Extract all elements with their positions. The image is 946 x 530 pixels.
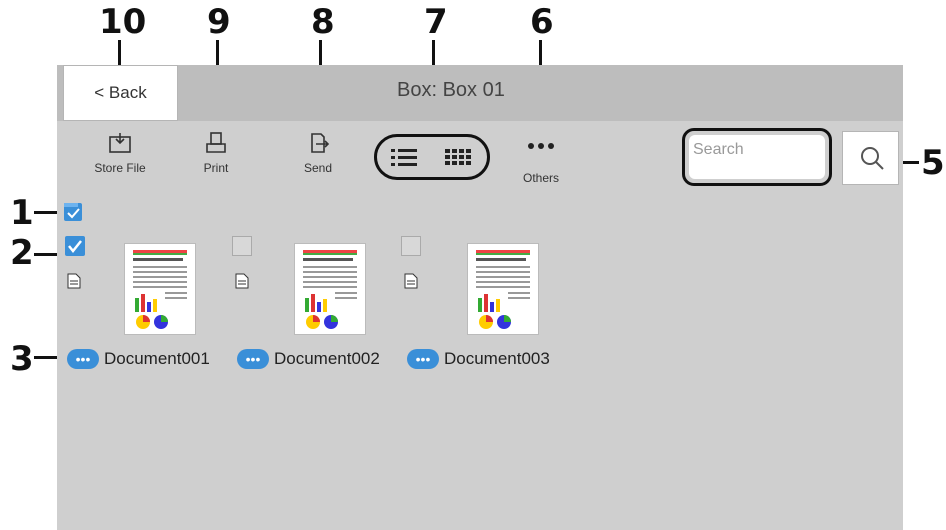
view-toggle <box>374 134 490 180</box>
search-field-highlight: Search <box>682 128 832 186</box>
print-icon <box>176 131 256 155</box>
callout-3: 3 <box>10 339 34 379</box>
send-button[interactable]: Send <box>278 131 358 175</box>
grid-view-icon[interactable] <box>445 146 471 173</box>
doc-menu-icon[interactable]: ••• <box>67 349 99 369</box>
document-thumbnail[interactable] <box>467 243 539 335</box>
print-button[interactable]: Print <box>176 131 256 175</box>
send-label: Send <box>303 161 333 175</box>
select-all-checkbox[interactable] <box>64 203 82 221</box>
search-input[interactable]: Search <box>689 135 825 179</box>
send-icon <box>278 131 358 155</box>
document-thumbnail[interactable] <box>124 243 196 335</box>
doc-menu-icon[interactable]: ••• <box>407 349 439 369</box>
store-file-button[interactable]: Store File <box>80 131 160 175</box>
others-button[interactable]: Others <box>501 141 581 185</box>
document-name: Document002 <box>274 349 380 368</box>
document-checkbox[interactable] <box>65 236 85 256</box>
title-bar: < Back Box: Box 01 <box>57 65 903 121</box>
document-checkbox[interactable] <box>401 236 421 256</box>
callout-5: 5 <box>921 143 945 183</box>
document-icon <box>404 273 418 294</box>
store-file-label: Store File <box>94 161 146 175</box>
callout-1: 1 <box>10 193 34 233</box>
callout-9: 9 <box>207 2 231 42</box>
page-title: Box: Box 01 <box>397 79 505 101</box>
document-name: Document001 <box>104 349 210 368</box>
store-file-icon <box>80 131 160 155</box>
doc-menu-icon[interactable]: ••• <box>237 349 269 369</box>
back-button[interactable]: < Back <box>63 65 178 121</box>
callout-10: 10 <box>99 2 147 42</box>
list-view-icon[interactable] <box>391 146 417 173</box>
document-item[interactable]: ••• Document002 <box>237 347 380 371</box>
document-item[interactable]: ••• Document003 <box>407 347 550 371</box>
callout-2: 2 <box>10 233 34 273</box>
document-item[interactable]: ••• Document001 <box>67 347 210 371</box>
document-name: Document003 <box>444 349 550 368</box>
more-icon <box>501 141 581 151</box>
search-icon <box>859 145 885 176</box>
document-checkbox[interactable] <box>232 236 252 256</box>
print-label: Print <box>203 161 229 175</box>
search-button[interactable] <box>842 131 899 185</box>
callout-6: 6 <box>530 2 554 42</box>
document-icon <box>235 273 249 294</box>
document-icon <box>67 273 81 294</box>
callout-8: 8 <box>311 2 335 42</box>
document-thumbnail[interactable] <box>294 243 366 335</box>
box-screen: < Back Box: Box 01 Store File Print Send… <box>57 65 903 530</box>
callout-7: 7 <box>424 2 448 42</box>
others-label: Others <box>522 171 559 185</box>
